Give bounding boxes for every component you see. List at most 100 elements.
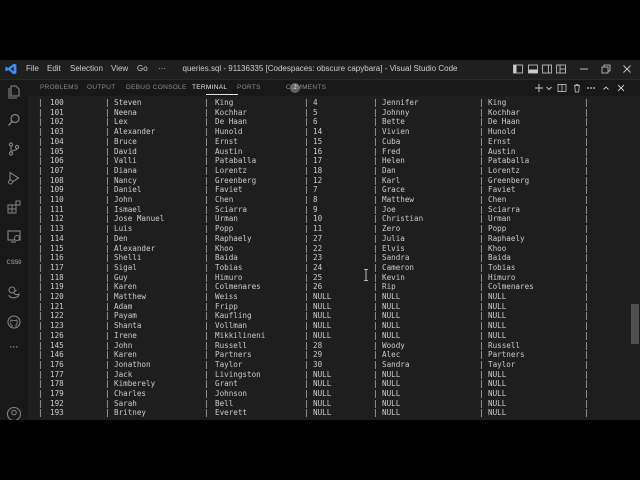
first-name-cell: Bruce (114, 136, 137, 146)
first-name-cell: Neena (114, 107, 137, 117)
column-separator: | (373, 311, 378, 321)
new-terminal-icon[interactable] (534, 83, 544, 93)
menu-more[interactable]: ··· (158, 64, 166, 73)
employee-id-cell: 104 (50, 136, 64, 146)
source-control-icon[interactable] (6, 141, 22, 157)
terminal-scrollbar-thumb[interactable] (631, 304, 639, 344)
first-name-cell: Sarah (114, 398, 137, 408)
close-panel-icon[interactable] (616, 83, 626, 93)
close-icon[interactable] (622, 64, 632, 74)
employee-id-cell: 111 (50, 204, 64, 214)
terminal-row: | | | | | | | 113 Luis Popp 11 Zero Popp (28, 224, 628, 234)
column-separator: | (105, 253, 110, 263)
last-name-cell: Raphaely (215, 233, 252, 243)
duck-icon[interactable] (6, 285, 22, 301)
column-separator: | (479, 282, 484, 292)
column-separator: | (105, 146, 110, 156)
terminal-row: | | | | | | | 100 Steven King 4 Jennifer King (28, 98, 628, 108)
column-separator: | (38, 214, 43, 224)
more-actions-icon[interactable] (586, 83, 596, 93)
column-separator: | (38, 282, 43, 292)
extensions-icon[interactable] (6, 199, 22, 215)
terminal-row: | | | | | | | 102 Lex De Haan 6 Bette De Haan (28, 117, 628, 127)
kill-terminal-icon[interactable] (572, 83, 582, 93)
tab-output[interactable]: OUTPUT (87, 84, 116, 91)
actor-first-name-cell: NULL (382, 330, 401, 340)
column-separator: | (373, 301, 378, 311)
run-debug-icon[interactable] (6, 170, 22, 186)
column-separator: | (38, 204, 43, 214)
actor-first-name-cell: NULL (382, 398, 401, 408)
accounts-icon[interactable] (6, 406, 22, 420)
column-separator: | (105, 272, 110, 282)
actor-first-name-cell: NULL (382, 379, 401, 389)
menu-selection[interactable]: Selection (70, 64, 103, 73)
last-name-cell: Austin (215, 146, 243, 156)
tab-problems[interactable]: PROBLEMS (40, 84, 79, 91)
column-separator: | (204, 224, 209, 234)
actor-id-cell: NULL (313, 330, 332, 340)
last-name-cell: Weiss (215, 292, 238, 301)
menu-go[interactable]: Go (137, 64, 148, 73)
first-name-cell: Ismael (114, 204, 142, 214)
column-separator: | (479, 272, 484, 282)
tab-ports[interactable]: PORTS (237, 84, 261, 91)
terminal-row: | | | | | | | 123 Shanta Vollman NULL NULL NULL (28, 321, 628, 331)
column-separator: | (304, 165, 309, 175)
column-separator: | (38, 146, 43, 156)
first-name-cell: Irene (114, 330, 137, 340)
minimize-icon[interactable] (579, 64, 589, 74)
explorer-icon[interactable] (6, 84, 22, 100)
actor-first-name-cell: Cuba (382, 136, 401, 146)
maximize-panel-icon[interactable] (601, 83, 611, 93)
menu-file[interactable]: File (26, 64, 39, 73)
column-separator: | (38, 127, 43, 137)
remote-explorer-icon[interactable] (6, 228, 22, 244)
terminal-row: | | | | | | | 178 Kimberely Grant NULL NULL NULL (28, 379, 628, 389)
column-separator: | (304, 195, 309, 204)
actor-last-name-cell: NULL (488, 321, 507, 331)
column-separator: | (479, 195, 484, 204)
column-separator: | (304, 98, 309, 107)
actor-id-cell: 27 (313, 233, 323, 243)
split-terminal-icon[interactable] (557, 83, 567, 93)
column-separator: | (304, 369, 309, 379)
terminal-row: | | | | | | | 108 Nancy Greenberg 12 Karl Greenberg (28, 176, 628, 186)
restore-icon[interactable] (601, 64, 611, 74)
toggle-secondary-sidebar-icon[interactable] (542, 64, 552, 74)
chevron-down-icon[interactable] (544, 83, 554, 93)
actor-first-name-cell: Woody (382, 340, 405, 350)
actor-id-cell: 26 (313, 282, 323, 292)
column-separator: | (105, 224, 110, 234)
terminal-row: | | | | | | | 192 Sarah Bell NULL NULL NULL (28, 399, 628, 409)
toggle-panel-icon[interactable] (528, 64, 538, 74)
column-separator: | (584, 224, 589, 234)
toggle-primary-sidebar-icon[interactable] (513, 64, 523, 74)
customize-layout-icon[interactable] (556, 64, 566, 74)
cs50-label[interactable]: CS50 (3, 260, 25, 266)
last-name-cell: Hunold (215, 127, 243, 137)
menu-view[interactable]: View (111, 64, 128, 73)
tab-terminal[interactable]: TERMINAL (192, 84, 227, 91)
column-separator: | (304, 243, 309, 253)
tab-debug-console[interactable]: DEBUG CONSOLE (126, 84, 187, 91)
column-separator: | (105, 175, 110, 185)
terminal-row: | | | | | | | 117 Sigal Tobias 24 Cameron Tobias (28, 263, 628, 273)
actor-last-name-cell: Raphaely (488, 233, 525, 243)
last-name-cell: Partners (215, 350, 252, 360)
column-separator: | (584, 379, 589, 389)
last-name-cell: Mikkilineni (215, 330, 266, 340)
actor-last-name-cell: NULL (488, 408, 507, 418)
more-views[interactable]: ··· (3, 342, 25, 352)
column-separator: | (304, 136, 309, 146)
menu-edit[interactable]: Edit (47, 64, 61, 73)
tab-comments[interactable]: COMMENTS (286, 84, 326, 91)
column-separator: | (479, 301, 484, 311)
search-icon[interactable] (6, 112, 22, 128)
employee-id-cell: 117 (50, 262, 64, 272)
column-separator: | (373, 282, 378, 292)
terminal-output[interactable]: | | | | | | | 100 Steven King 4 Jennifer King | | | | | | |… (28, 96, 640, 420)
column-separator: | (373, 136, 378, 146)
github-icon[interactable] (6, 314, 22, 330)
column-separator: | (204, 195, 209, 204)
